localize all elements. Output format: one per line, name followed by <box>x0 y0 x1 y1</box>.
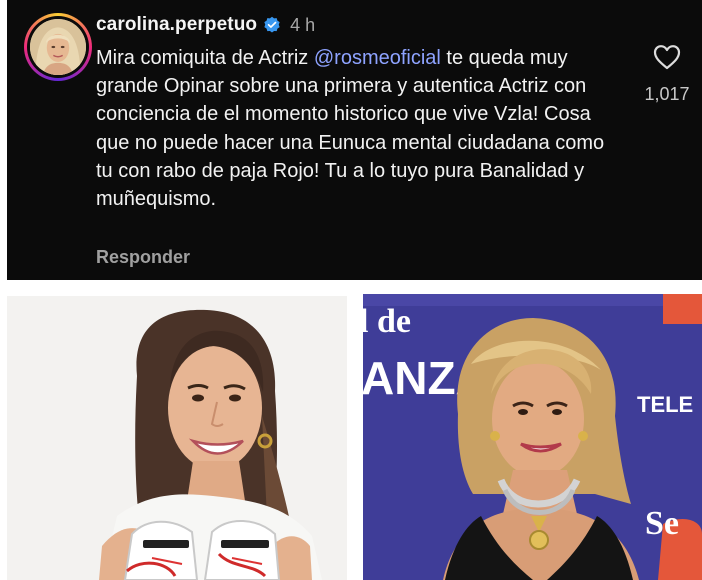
backdrop-text-1: l de <box>363 303 411 340</box>
username-link[interactable]: carolina.perpetuo <box>96 14 257 36</box>
like-count: 1,017 <box>644 84 690 104</box>
heart-outline-icon[interactable] <box>637 44 697 70</box>
comment-text-rest: te queda muy grande Opinar sobre una pri… <box>96 47 605 211</box>
comment-timestamp: 4 h <box>290 14 316 35</box>
avatar-story-ring[interactable] <box>24 13 92 81</box>
comment-header: carolina.perpetuo 4 h <box>96 14 315 36</box>
avatar[interactable] <box>30 19 86 75</box>
verified-badge-icon <box>263 16 281 34</box>
comment-text-start: Mira comiquita de Actriz <box>96 47 314 69</box>
comment-card: carolina.perpetuo 4 h Mira comiquita de … <box>7 0 702 280</box>
photo-woman-on-red-carpet: l de ANZA TELE Se <box>363 294 702 580</box>
backdrop-text-3: TELE <box>637 392 693 417</box>
backdrop-text-4: Se <box>645 505 679 542</box>
comment-text: Mira comiquita de Actriz @rosmeoficial t… <box>96 44 616 213</box>
mention-link[interactable]: @rosmeoficial <box>314 47 441 69</box>
reply-button[interactable]: Responder <box>96 247 190 268</box>
photo-woman-with-sneakers <box>7 296 347 580</box>
like-area: 1,017 <box>637 44 697 105</box>
